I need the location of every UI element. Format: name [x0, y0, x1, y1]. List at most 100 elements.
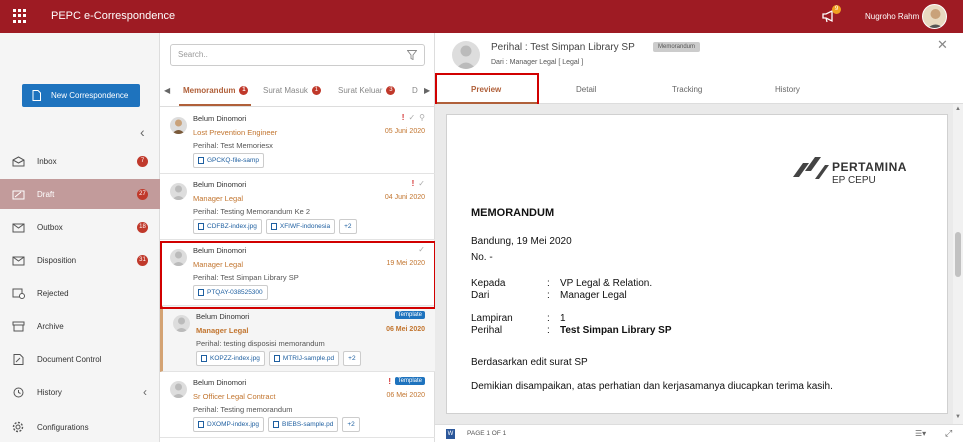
- document-page: PERTAMINA EP CEPU MEMORANDUM Bandung, 19…: [446, 114, 948, 414]
- attachment-chip[interactable]: GPCKQ-file-samp: [193, 153, 265, 168]
- attachment-name: KOPZZ-index.jpg: [210, 355, 260, 362]
- file-icon: [273, 421, 280, 428]
- disposition-count-badge: 31: [137, 254, 148, 266]
- pertamina-logo-mark: [793, 157, 829, 179]
- scroll-up-icon[interactable]: ▲: [955, 106, 961, 112]
- attachment-name: XFIWF-indonesia: [279, 223, 331, 230]
- perihal-label: Perihal: [471, 325, 503, 336]
- sidebar-item-inbox[interactable]: Inbox 7: [0, 146, 160, 176]
- list-item[interactable]: Belum Dinomori Lost Prevention Engineer …: [160, 108, 435, 174]
- sidebar-item-archive[interactable]: Archive: [0, 311, 160, 341]
- more-attachments-chip[interactable]: +2: [343, 351, 361, 366]
- kepada-value: VP Legal & Relation.: [560, 278, 653, 289]
- attachment-chip[interactable]: MTRIJ-sample.pd: [268, 351, 340, 366]
- list-item[interactable]: Belum Dinomori Manager Legal Perihal: te…: [160, 306, 435, 372]
- document-body-line: Berdasarkan edit surat SP: [471, 357, 588, 368]
- tab-history[interactable]: History: [775, 85, 800, 94]
- attachment-chip[interactable]: KOPZZ-index.jpg: [196, 351, 265, 366]
- app-grid-icon[interactable]: [13, 9, 27, 23]
- new-correspondence-label: New Correspondence: [51, 91, 129, 100]
- sender-name: Belum Dinomori: [193, 180, 247, 189]
- attachment-name: MTRIJ-sample.pd: [282, 355, 335, 362]
- more-attachments-chip[interactable]: +2: [339, 219, 357, 234]
- attachment-chip[interactable]: CDFBZ-index.jpg: [193, 219, 262, 234]
- message-subject: Perihal: Testing Memorandum Ke 2: [193, 207, 311, 216]
- file-icon: [201, 355, 207, 362]
- page-info: PAGE 1 OF 1: [467, 430, 507, 437]
- tab-surat-keluar[interactable]: Surat Keluar 3: [338, 86, 396, 95]
- attachments: GPCKQ-file-samp: [193, 153, 265, 168]
- document-scrollbar[interactable]: ▲ ▼: [953, 104, 963, 424]
- scroll-down-icon[interactable]: ▼: [955, 414, 961, 420]
- sidebar-item-disposition[interactable]: Disposition 31: [0, 245, 160, 275]
- tab-detail[interactable]: Detail: [576, 85, 596, 94]
- sidebar-item-label: Inbox: [37, 156, 57, 166]
- user-name[interactable]: Nugroho Rahm: [865, 12, 919, 21]
- attachment-name: DXOMP-index.jpg: [207, 421, 260, 428]
- viewer-menu-icon[interactable]: ☰▾: [915, 429, 926, 438]
- tab-tracking[interactable]: Tracking: [672, 85, 702, 94]
- attachment-chip[interactable]: DXOMP-index.jpg: [193, 417, 265, 432]
- field-colon: :: [547, 290, 550, 301]
- document-heading: MEMORANDUM: [471, 207, 555, 219]
- sidebar-item-configurations[interactable]: Configurations: [0, 412, 160, 442]
- sidebar-item-label: History: [37, 387, 62, 397]
- search-input[interactable]: Search..: [170, 44, 425, 66]
- sidebar-item-document-control[interactable]: Document Control: [0, 344, 160, 374]
- file-icon: [198, 421, 204, 428]
- list-item[interactable]: Belum Dinomori Manager Legal Perihal: Te…: [160, 174, 435, 240]
- word-document-icon: W: [446, 429, 455, 439]
- priority-icon: !: [388, 377, 391, 386]
- sender-name: Belum Dinomori: [193, 378, 247, 387]
- list-item[interactable]: Belum Dinomori Sr Officer Legal Contract…: [160, 372, 435, 438]
- attachments: KOPZZ-index.jpg MTRIJ-sample.pd +2: [196, 351, 361, 366]
- dari-value: Manager Legal: [560, 290, 627, 301]
- tabs-scroll-left-icon[interactable]: ◀: [164, 86, 170, 95]
- outbox-icon: [11, 221, 25, 233]
- preview-panel: Perihal : Test Simpan Library SP Memoran…: [435, 33, 963, 442]
- history-icon: [11, 386, 25, 398]
- sender-role: Manager Legal: [193, 194, 244, 203]
- sender-role: Sr Officer Legal Contract: [193, 392, 276, 401]
- attachment-chip[interactable]: BIEBS-sample.pd: [268, 417, 339, 432]
- app-title: PEPC e-Correspondence: [51, 10, 176, 22]
- pertamina-logo: PERTAMINA EP CEPU: [791, 153, 921, 193]
- sidebar-item-draft[interactable]: Draft 27: [0, 179, 160, 209]
- tab-d[interactable]: D: [412, 86, 418, 95]
- tab-badge: 1: [311, 86, 321, 95]
- tabs-scroll-right-icon[interactable]: ▶: [424, 86, 430, 95]
- active-tab-underline: [179, 104, 251, 106]
- field-colon: :: [547, 325, 550, 336]
- new-correspondence-button[interactable]: New Correspondence: [22, 84, 140, 107]
- draft-count-badge: 27: [137, 188, 148, 200]
- field-colon: :: [547, 278, 550, 289]
- sender-avatar: [452, 41, 480, 69]
- sidebar-item-rejected[interactable]: Rejected: [0, 278, 160, 308]
- notification-badge: 9: [832, 5, 841, 14]
- scrollbar-thumb[interactable]: [955, 232, 961, 277]
- file-icon: [198, 223, 204, 230]
- priority-icon: !: [401, 113, 405, 122]
- sender-avatar: [170, 381, 187, 398]
- disposition-icon: [11, 254, 25, 266]
- reassign-icon: ⚲: [419, 113, 425, 122]
- attachment-name: GPCKQ-file-samp: [207, 157, 260, 164]
- more-attachments-chip[interactable]: +2: [342, 417, 360, 432]
- attachment-name: CDFBZ-index.jpg: [207, 223, 257, 230]
- user-avatar[interactable]: [922, 4, 947, 29]
- kepada-label: Kepada: [471, 278, 506, 289]
- top-bar: PEPC e-Correspondence 9 Nugroho Rahm: [0, 0, 963, 33]
- tab-memorandum[interactable]: Memorandum 1: [183, 86, 249, 95]
- attachments: DXOMP-index.jpg BIEBS-sample.pd +2: [193, 417, 360, 432]
- history-expand-chevron-icon[interactable]: ‹: [143, 385, 147, 399]
- collapse-sidebar-chevron-icon[interactable]: ‹: [140, 124, 145, 140]
- sidebar-item-history[interactable]: History ‹: [0, 377, 160, 407]
- sidebar-item-outbox[interactable]: Outbox 18: [0, 212, 160, 242]
- close-icon[interactable]: ✕: [937, 37, 948, 53]
- perihal-value: Test Simpan Library SP: [560, 325, 672, 336]
- tab-surat-masuk[interactable]: Surat Masuk 1: [263, 86, 321, 95]
- filter-icon[interactable]: [407, 50, 417, 60]
- attachment-chip[interactable]: XFIWF-indonesia: [265, 219, 336, 234]
- document-viewer[interactable]: PERTAMINA EP CEPU MEMORANDUM Bandung, 19…: [435, 104, 963, 424]
- fullscreen-icon[interactable]: ⤢: [945, 428, 952, 439]
